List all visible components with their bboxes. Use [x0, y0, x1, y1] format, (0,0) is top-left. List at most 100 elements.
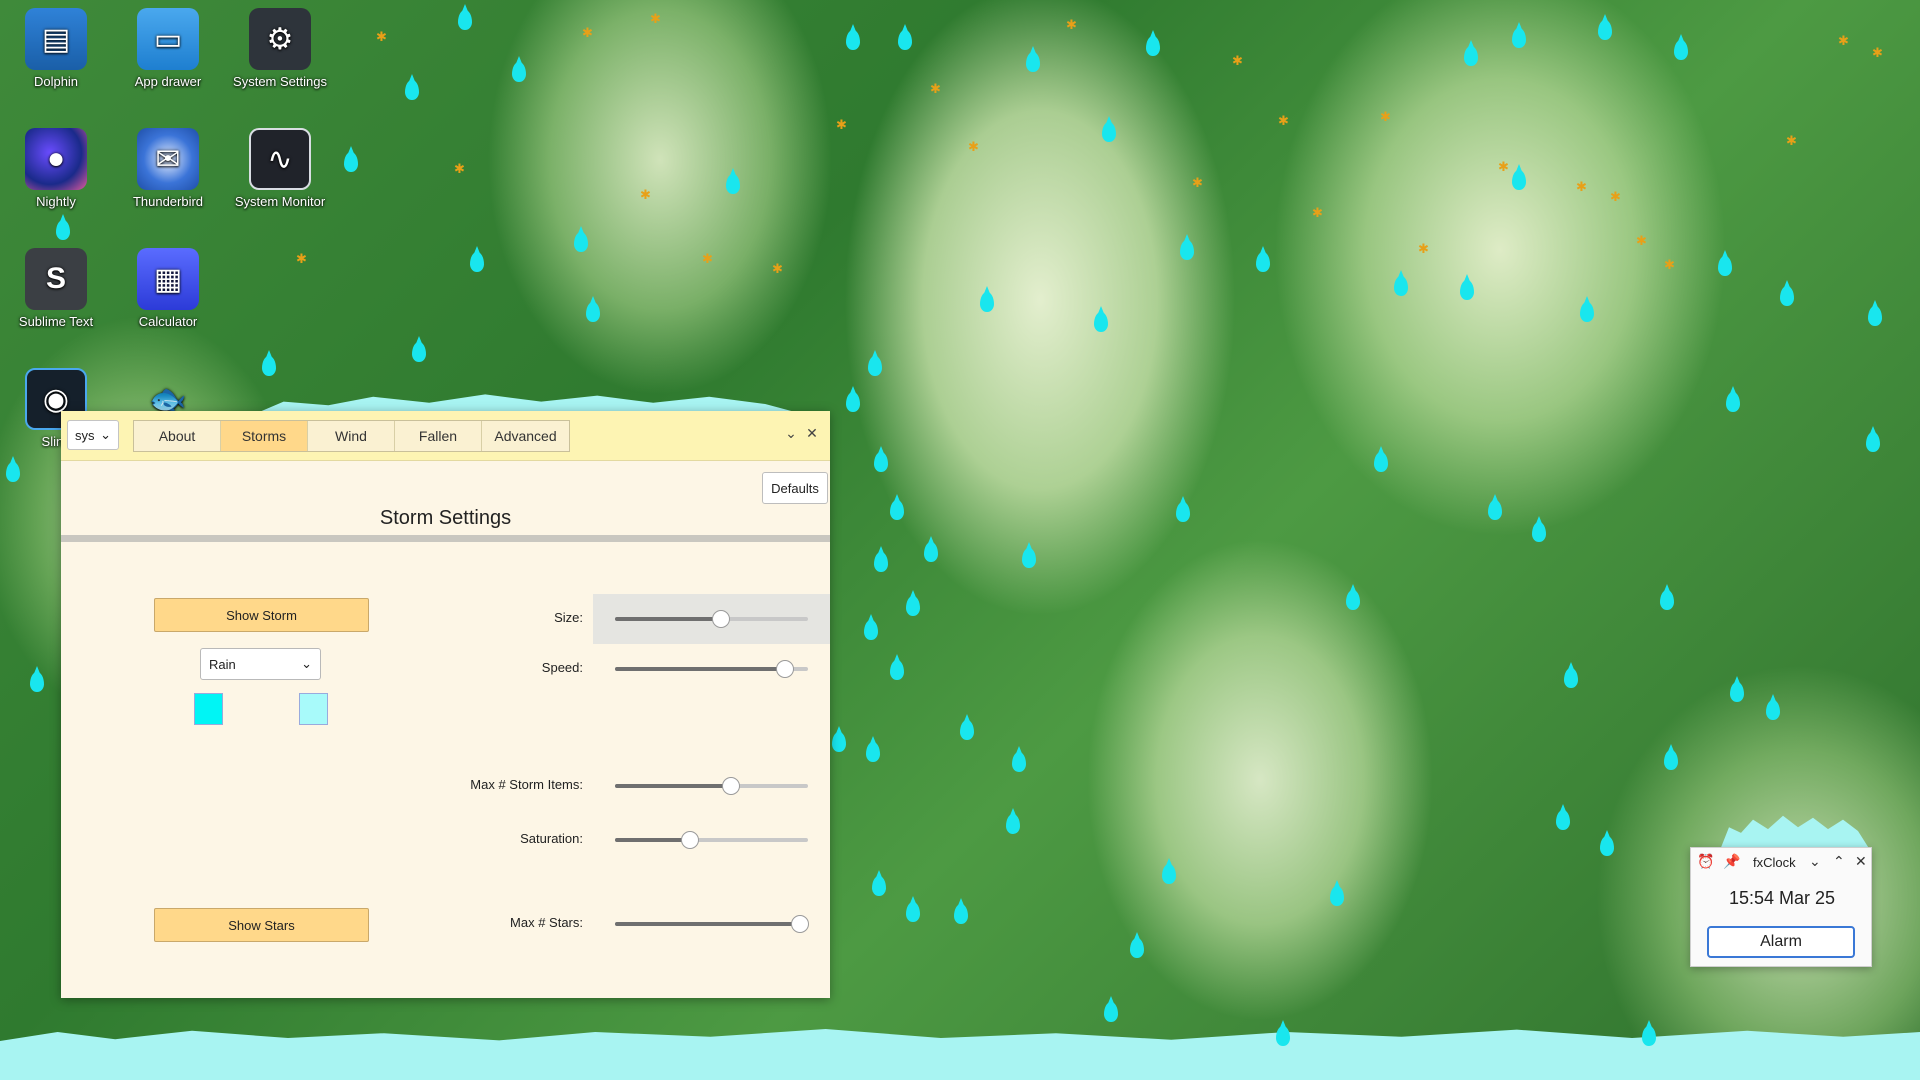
rain-drop	[1664, 750, 1678, 770]
star: ✱	[1636, 233, 1647, 248]
rain-drop	[846, 392, 860, 412]
clock-title: fxClock	[1753, 855, 1796, 870]
rain-drop	[1766, 700, 1780, 720]
slider-handle[interactable]	[712, 610, 731, 628]
desktop-icon-system-monitor[interactable]: ∿ System Monitor	[225, 128, 335, 209]
max-stars-label: Max # Stars:	[510, 915, 583, 930]
star: ✱	[1872, 45, 1883, 60]
max-storm-items-label: Max # Storm Items:	[470, 777, 583, 792]
rain-drop	[890, 660, 904, 680]
rain-drop	[1600, 836, 1614, 856]
star: ✱	[1610, 189, 1621, 204]
rain-drop	[1866, 432, 1880, 452]
star: ✱	[296, 251, 307, 266]
max-storm-items-slider[interactable]	[593, 761, 830, 811]
tab-fallen[interactable]: Fallen	[395, 421, 482, 451]
profile-select[interactable]: sys ⌄	[67, 420, 119, 450]
desktop-icon-thunderbird[interactable]: ✉ Thunderbird	[113, 128, 223, 209]
app-drawer-icon: ▭	[137, 8, 199, 70]
rain-drop	[924, 542, 938, 562]
alarm-button[interactable]: Alarm	[1707, 926, 1855, 958]
star: ✱	[1312, 205, 1323, 220]
rain-drop	[6, 462, 20, 482]
star: ✱	[1232, 53, 1243, 68]
rain-drop	[868, 356, 882, 376]
minimize-icon[interactable]: ⌄	[782, 425, 800, 442]
saturation-label: Saturation:	[520, 831, 583, 846]
desktop-icon-nightly[interactable]: ● Nightly	[1, 128, 111, 209]
star: ✱	[772, 261, 783, 276]
tab-wind[interactable]: Wind	[308, 421, 395, 451]
nightly-browser-icon: ●	[25, 128, 87, 190]
star: ✱	[650, 11, 661, 26]
storm-type-select[interactable]: Rain ⌄	[200, 648, 321, 680]
desktop-icon-label: Thunderbird	[132, 194, 204, 209]
rain-drop	[874, 452, 888, 472]
desktop-icon-label: Calculator	[138, 314, 198, 329]
star: ✱	[968, 139, 979, 154]
desktop-icon-calculator[interactable]: ▦ Calculator	[113, 248, 223, 329]
desktop-icon-app-drawer[interactable]: ▭ App drawer	[113, 8, 223, 89]
rain-drop	[1330, 886, 1344, 906]
rain-drop	[470, 252, 484, 272]
rain-drop	[1102, 122, 1116, 142]
rain-drop	[1146, 36, 1160, 56]
speed-slider[interactable]	[593, 644, 830, 694]
star: ✱	[582, 25, 593, 40]
star: ✱	[1576, 179, 1587, 194]
show-stars-button[interactable]: Show Stars	[154, 908, 369, 942]
rain-drop	[56, 220, 70, 240]
rain-drop	[1598, 20, 1612, 40]
rain-drop	[1012, 752, 1026, 772]
calculator-icon: ▦	[137, 248, 199, 310]
slider-handle[interactable]	[775, 660, 794, 678]
defaults-button[interactable]: Defaults	[762, 472, 828, 504]
size-slider[interactable]	[593, 594, 830, 644]
tab-advanced[interactable]: Advanced	[482, 421, 569, 451]
tab-storms[interactable]: Storms	[221, 421, 308, 451]
rain-drop	[1162, 864, 1176, 884]
saturation-slider[interactable]	[593, 815, 830, 865]
show-storm-button[interactable]: Show Storm	[154, 598, 369, 632]
rain-drop	[726, 174, 740, 194]
rain-drop	[512, 62, 526, 82]
tab-about[interactable]: About	[134, 421, 221, 451]
slider-track	[615, 831, 808, 849]
rain-drop	[906, 902, 920, 922]
rain-drop	[1256, 252, 1270, 272]
rain-drop	[1580, 302, 1594, 322]
slider-handle[interactable]	[721, 777, 740, 795]
rain-drop	[1276, 1026, 1290, 1046]
rain-drop	[1026, 52, 1040, 72]
speed-label: Speed:	[541, 660, 583, 675]
close-icon[interactable]: ✕	[803, 425, 821, 442]
rain-drop	[1780, 286, 1794, 306]
desktop-icon-dolphin[interactable]: ▤ Dolphin	[1, 8, 111, 89]
pin-icon[interactable]: 📌	[1723, 853, 1740, 870]
star: ✱	[640, 187, 651, 202]
settings-tabs: About Storms Wind Fallen Advanced	[133, 420, 570, 452]
rain-drop	[1512, 28, 1526, 48]
chevron-down-icon: ⌄	[301, 656, 312, 671]
desktop-icon-label: App drawer	[134, 74, 202, 89]
star: ✱	[930, 81, 941, 96]
slider-handle[interactable]	[791, 915, 810, 933]
close-icon[interactable]: ✕	[1855, 853, 1867, 870]
chevron-down-icon[interactable]: ⌄	[1809, 853, 1821, 870]
rain-drop	[866, 742, 880, 762]
rain-drop	[872, 876, 886, 896]
max-stars-slider[interactable]	[593, 899, 830, 949]
snow-ground	[0, 1029, 1920, 1080]
storm-color-swatch-primary[interactable]	[194, 693, 223, 725]
rain-drop	[1006, 814, 1020, 834]
folder-manager-icon: ▤	[25, 8, 87, 70]
slider-handle[interactable]	[681, 831, 700, 849]
slider-fill	[615, 838, 691, 842]
chevron-up-icon[interactable]: ⌃	[1833, 853, 1845, 870]
desktop-icon-sublime-text[interactable]: S Sublime Text	[1, 248, 111, 329]
desktop-icon-system-settings[interactable]: ⚙ System Settings	[225, 8, 335, 89]
rain-drop	[1674, 40, 1688, 60]
rain-drop	[1460, 280, 1474, 300]
rain-drop	[1104, 1002, 1118, 1022]
storm-color-swatch-secondary[interactable]	[299, 693, 328, 725]
